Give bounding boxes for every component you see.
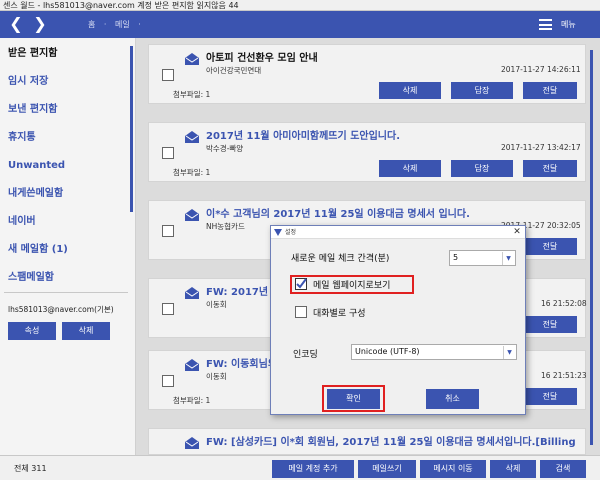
breadcrumb-mail[interactable]: 메일	[115, 20, 130, 29]
message-delete-button[interactable]: 삭제	[379, 160, 441, 177]
compose-button[interactable]: 메일쓰기	[358, 460, 416, 478]
message-checkbox[interactable]	[162, 69, 174, 81]
back-button[interactable]: ❮	[6, 14, 26, 34]
message-forward-button[interactable]: 전달	[523, 388, 577, 405]
message-sender: NH농협카드	[206, 222, 245, 231]
envelope-icon	[185, 437, 199, 449]
message-reply-button[interactable]: 답장	[451, 82, 513, 99]
sidebar-divider	[4, 292, 128, 293]
folder-sidebar: 받은 편지함 임시 저장 보낸 편지함 휴지통 Unwanted 내게쓴메일함 …	[0, 38, 136, 455]
dropdown-arrow-icon: ▼	[503, 346, 515, 359]
hamburger-icon[interactable]	[539, 19, 552, 30]
folder-self-mail[interactable]: 내게쓴메일함	[0, 180, 128, 208]
breadcrumb-home[interactable]: 홈	[88, 20, 95, 29]
folder-naver[interactable]: 네이버	[0, 208, 128, 236]
message-subject[interactable]: 2017년 11월 아미아미함께뜨기 도안입니다.	[206, 127, 400, 142]
encoding-label: 인코딩	[293, 350, 318, 360]
message-subject[interactable]: FW: 이동회님의	[206, 355, 277, 370]
conversation-view-label[interactable]: 대화별로 구성	[313, 306, 366, 319]
check-interval-dropdown[interactable]: 5 ▼	[449, 250, 516, 266]
dropdown-arrow-icon: ▼	[502, 252, 514, 265]
window-title: 센스 월드 - lhs581013@naver.com 계정 받은 편지함 읽지…	[0, 0, 600, 11]
encoding-value: Unicode (UTF-8)	[355, 347, 420, 356]
message-checkbox[interactable]	[162, 303, 174, 315]
close-icon[interactable]: ✕	[509, 226, 525, 239]
delete-button[interactable]: 삭제	[490, 460, 536, 478]
message-date: 16 21:52:08	[541, 299, 587, 308]
message-sender: 박수경-빠양	[206, 144, 244, 153]
message-subject[interactable]: FW: [삼성카드] 이*회 회원님, 2017년 11월 25일 이용대금 명…	[206, 433, 576, 448]
webpage-view-label[interactable]: 메일 웹페이지로보기	[313, 278, 390, 291]
dialog-title: 설정	[285, 229, 297, 236]
search-button[interactable]: 검색	[540, 460, 586, 478]
message-checkbox[interactable]	[162, 225, 174, 237]
account-properties-button[interactable]: 속성	[8, 322, 56, 340]
message-delete-button[interactable]: 삭제	[379, 82, 441, 99]
message-attachments: 첨부파일: 1	[173, 168, 211, 177]
breadcrumb: 홈 · 메일 ·	[88, 20, 141, 29]
ok-button[interactable]: 확인	[327, 389, 380, 409]
message-subject[interactable]: 아토피 건선환우 모임 안내	[206, 49, 318, 64]
message-forward-button[interactable]: 전달	[523, 82, 577, 99]
message-attachments: 첨부파일: 1	[173, 90, 211, 99]
settings-dialog: 설정 ✕ 새로운 메일 체크 간격(분) 5 ▼ 메일 웹페이지로보기 대화별로…	[270, 225, 526, 415]
message-attachments: 첨부파일: 1	[173, 396, 211, 405]
message-item[interactable]: FW: [삼성카드] 이*회 회원님, 2017년 11월 25일 이용대금 명…	[148, 428, 586, 455]
webpage-view-checkbox[interactable]	[295, 278, 307, 290]
message-subject[interactable]: FW: 2017년 1	[206, 283, 279, 298]
message-date: 2017-11-27 13:42:17	[501, 143, 581, 152]
folder-new-mailbox[interactable]: 새 메일함 (1)	[0, 236, 128, 264]
message-sender: 아이건강국민연대	[206, 66, 262, 75]
check-interval-label: 새로운 메일 체크 간격(분)	[291, 254, 390, 264]
envelope-icon	[185, 53, 199, 65]
envelope-icon	[185, 287, 199, 299]
message-item[interactable]: 아토피 건선환우 모임 안내 아이건강국민연대 2017-11-27 14:26…	[148, 44, 586, 104]
message-subject[interactable]: 이*수 고객님의 2017년 11월 25일 이용대금 명세서 입니다.	[206, 205, 470, 220]
forward-button[interactable]: ❯	[30, 14, 50, 34]
cancel-button[interactable]: 취소	[426, 389, 479, 409]
chevron-right-icon: ❯	[33, 14, 47, 33]
folder-drafts[interactable]: 임시 저장	[0, 68, 128, 96]
message-sender: 이동회	[206, 372, 227, 381]
envelope-icon	[185, 209, 199, 221]
sidebar-scrollbar[interactable]	[130, 46, 133, 212]
message-forward-button[interactable]: 전달	[523, 316, 577, 333]
message-date: 2017-11-27 14:26:11	[501, 65, 581, 74]
conversation-view-checkbox[interactable]	[295, 306, 307, 318]
message-list-scrollbar[interactable]	[590, 50, 593, 445]
message-item[interactable]: 2017년 11월 아미아미함께뜨기 도안입니다. 박수경-빠양 2017-11…	[148, 122, 586, 182]
encoding-dropdown[interactable]: Unicode (UTF-8) ▼	[351, 344, 517, 360]
envelope-icon	[185, 131, 199, 143]
message-sender: 이동회	[206, 300, 227, 309]
top-navigation-bar: ❮ ❯ 홈 · 메일 · 메뉴	[0, 11, 600, 38]
account-label: lhs581013@naver.com(기본)	[8, 305, 114, 314]
app-icon	[274, 229, 282, 236]
message-forward-button[interactable]: 전달	[523, 238, 577, 255]
check-icon	[296, 278, 307, 289]
folder-unwanted[interactable]: Unwanted	[0, 152, 128, 180]
move-message-button[interactable]: 메시지 이동	[420, 460, 486, 478]
bottom-toolbar: 전체 311 메일 계정 추가 메일쓰기 메시지 이동 삭제 검색	[0, 455, 600, 480]
menu-label[interactable]: 메뉴	[561, 11, 576, 38]
folder-inbox[interactable]: 받은 편지함	[0, 40, 128, 68]
add-account-button[interactable]: 메일 계정 추가	[272, 460, 354, 478]
message-checkbox[interactable]	[162, 147, 174, 159]
folder-spam[interactable]: 스팸메일함	[0, 264, 128, 292]
account-delete-button[interactable]: 삭제	[62, 322, 110, 340]
message-reply-button[interactable]: 답장	[451, 160, 513, 177]
dialog-title-bar: 설정 ✕	[271, 226, 525, 239]
total-count: 전체 311	[14, 464, 47, 473]
message-checkbox[interactable]	[162, 375, 174, 387]
folder-trash[interactable]: 휴지통	[0, 124, 128, 152]
envelope-icon	[185, 359, 199, 371]
message-forward-button[interactable]: 전달	[523, 160, 577, 177]
chevron-left-icon: ❮	[9, 14, 23, 33]
folder-sent[interactable]: 보낸 편지함	[0, 96, 128, 124]
message-date: 16 21:51:23	[541, 371, 587, 380]
check-interval-value: 5	[453, 253, 459, 262]
